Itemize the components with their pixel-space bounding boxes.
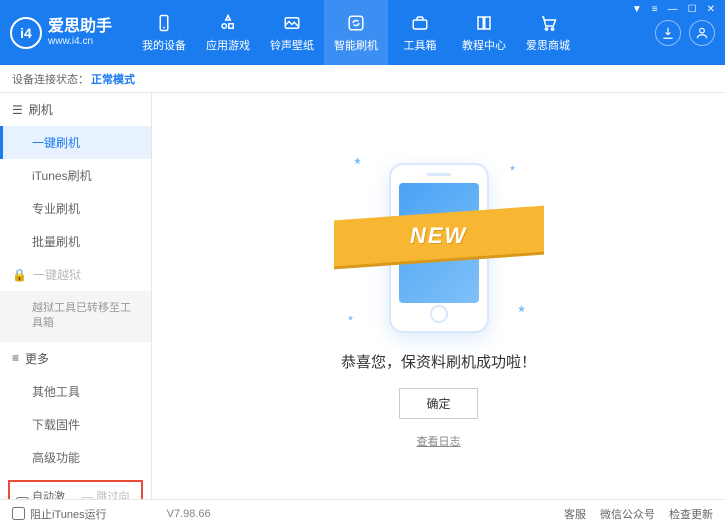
refresh-icon (346, 13, 366, 33)
toolbox-icon (410, 13, 430, 33)
top-nav: 我的设备 应用游戏 铃声壁纸 智能刷机 工具箱 教程中心 爱思商城 (132, 0, 655, 65)
phone-icon (154, 13, 174, 33)
block-itunes-label: 阻止iTunes运行 (30, 506, 107, 522)
header-actions (655, 20, 715, 46)
nav-label: 智能刷机 (334, 37, 378, 53)
apps-icon (218, 13, 238, 33)
book-icon (474, 13, 494, 33)
app-url: www.i4.cn (48, 36, 112, 48)
ok-button[interactable]: 确定 (399, 388, 477, 419)
nav-smart-flash[interactable]: 智能刷机 (324, 0, 388, 65)
nav-label: 工具箱 (404, 37, 437, 53)
block-itunes-checkbox[interactable] (12, 507, 25, 520)
footer: 阻止iTunes运行 V7.98.66 客服 微信公众号 检查更新 (0, 499, 725, 527)
sidebar-item-download-firmware[interactable]: 下载固件 (0, 408, 151, 441)
nav-label: 我的设备 (142, 37, 186, 53)
lock-icon: 🔒 (12, 268, 27, 282)
minimize-button[interactable]: — (666, 4, 680, 15)
list-icon: ☰ (12, 103, 23, 117)
skip-guide-checkbox[interactable]: 跳过向导 (81, 488, 136, 499)
nav-label: 爱思商城 (526, 37, 570, 53)
auto-activate-checkbox[interactable]: 自动激活 (16, 488, 71, 499)
nav-apps[interactable]: 应用游戏 (196, 0, 260, 65)
status-label: 设备连接状态： (12, 71, 89, 87)
success-illustration: NEW (334, 153, 544, 333)
cart-icon (538, 13, 558, 33)
success-message: 恭喜您，保资料刷机成功啦！ (341, 351, 536, 372)
status-mode: 正常模式 (91, 71, 135, 87)
footer-link-wechat[interactable]: 微信公众号 (600, 506, 655, 522)
nav-ringtones[interactable]: 铃声壁纸 (260, 0, 324, 65)
logo-icon: i4 (10, 17, 42, 49)
window-controls: ▼ ≡ — ☐ ✕ (630, 4, 717, 15)
version-text: V7.98.66 (167, 508, 211, 520)
app-logo: i4 爱思助手 www.i4.cn (10, 17, 112, 49)
nav-my-device[interactable]: 我的设备 (132, 0, 196, 65)
user-button[interactable] (689, 20, 715, 46)
footer-link-support[interactable]: 客服 (564, 506, 586, 522)
download-button[interactable] (655, 20, 681, 46)
sidebar-item-batch-flash[interactable]: 批量刷机 (0, 225, 151, 258)
nav-store[interactable]: 爱思商城 (516, 0, 580, 65)
maximize-button[interactable]: ☐ (686, 4, 699, 15)
app-header: ▼ ≡ — ☐ ✕ i4 爱思助手 www.i4.cn 我的设备 应用游戏 铃声… (0, 0, 725, 65)
sidebar-item-advanced[interactable]: 高级功能 (0, 441, 151, 474)
nav-label: 应用游戏 (206, 37, 250, 53)
sidebar-item-itunes-flash[interactable]: iTunes刷机 (0, 159, 151, 192)
main-content: NEW 恭喜您，保资料刷机成功啦！ 确定 查看日志 (152, 93, 725, 499)
nav-tutorials[interactable]: 教程中心 (452, 0, 516, 65)
new-ribbon: NEW (334, 206, 544, 267)
sidebar-item-other-tools[interactable]: 其他工具 (0, 375, 151, 408)
sidebar-section-jailbreak: 🔒 一键越狱 (0, 258, 151, 291)
view-log-link[interactable]: 查看日志 (417, 433, 461, 449)
sidebar-item-onekey-flash[interactable]: 一键刷机 (0, 126, 151, 159)
skip-guide-input (81, 497, 94, 499)
auto-activate-input[interactable] (16, 497, 29, 499)
status-bar: 设备连接状态： 正常模式 (0, 65, 725, 93)
footer-link-update[interactable]: 检查更新 (669, 506, 713, 522)
sidebar-item-pro-flash[interactable]: 专业刷机 (0, 192, 151, 225)
menu-button[interactable]: ≡ (650, 4, 660, 15)
image-icon (282, 13, 302, 33)
close-button[interactable]: ✕ (705, 4, 717, 15)
sidebar-section-flash[interactable]: ☰ 刷机 (0, 93, 151, 126)
pin-button[interactable]: ▼ (630, 4, 644, 15)
nav-label: 铃声壁纸 (270, 37, 314, 53)
nav-toolbox[interactable]: 工具箱 (388, 0, 452, 65)
highlighted-options: 自动激活 跳过向导 (8, 480, 143, 499)
app-title: 爱思助手 (48, 17, 112, 36)
more-icon: ≡ (12, 351, 19, 365)
jailbreak-moved-note: 越狱工具已转移至工具箱 (0, 291, 151, 342)
nav-label: 教程中心 (462, 37, 506, 53)
sidebar-section-more[interactable]: ≡ 更多 (0, 342, 151, 375)
sidebar: ☰ 刷机 一键刷机 iTunes刷机 专业刷机 批量刷机 🔒 一键越狱 越狱工具… (0, 93, 152, 499)
